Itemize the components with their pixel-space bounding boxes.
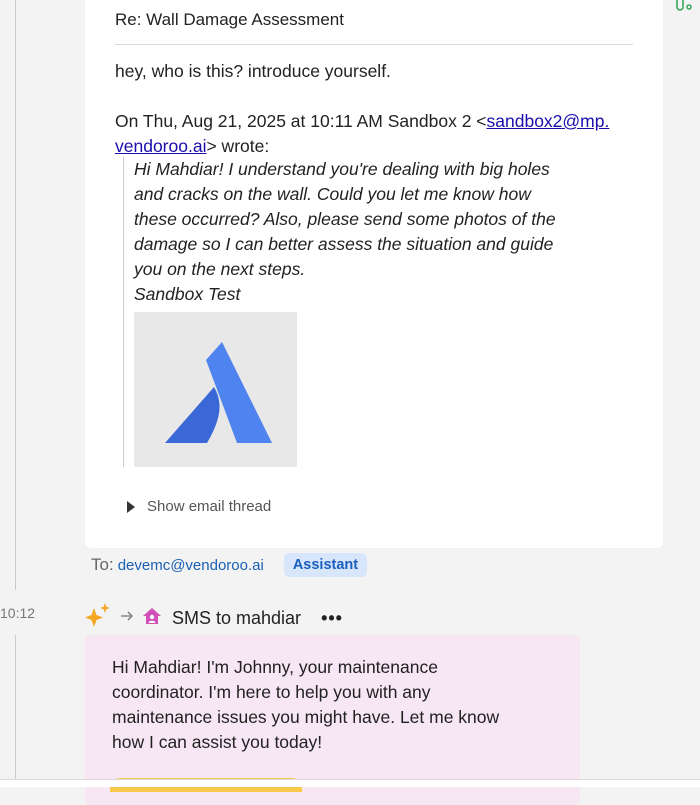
divider [115, 44, 633, 45]
to-email[interactable]: devemc@vendoroo.ai [118, 557, 264, 574]
quoted-line: damage so I can better assess the situat… [134, 234, 554, 254]
house-icon [142, 607, 162, 630]
sms-line: how I can assist you today! [112, 732, 323, 752]
sms-title: SMS to mahdiar [172, 607, 302, 628]
email-subject: Re: Wall Damage Assessment [115, 10, 344, 29]
assistant-badge: Assistant [283, 553, 368, 577]
sender-email-link[interactable]: sandbox2@mp. [487, 111, 610, 131]
sms-line: maintenance issues you might have. Let m… [112, 707, 500, 727]
arrow-right-icon [120, 609, 134, 627]
quoted-line: these occurred? Also, please send some p… [134, 209, 556, 229]
signature: Sandbox Test [134, 284, 241, 304]
quoted-line: and cracks on the wall. Could you let me… [134, 184, 531, 204]
quote-header-suffix: > wrote: [206, 136, 270, 156]
quoted-line: Hi Mahdiar! I understand you're dealing … [134, 159, 550, 179]
sender-email-link-continued[interactable]: vendoroo.ai [115, 136, 206, 156]
show-email-thread-toggle[interactable]: Show email thread [127, 498, 271, 515]
sms-line: Hi Mahdiar! I'm Johnny, your maintenance [112, 657, 438, 677]
quoted-line: you on the next steps. [134, 259, 306, 279]
email-card: Re: Wall Damage Assessment hey, who is t… [85, 0, 663, 548]
message-timestamp: 10:12 [0, 605, 36, 621]
sparkle-icon [84, 602, 112, 635]
timeline-line [15, 635, 16, 786]
timeline-line [15, 0, 16, 590]
to-label: To: [91, 555, 114, 574]
show-thread-label: Show email thread [147, 498, 272, 515]
caret-right-icon [127, 500, 135, 513]
sms-header: SMS to mahdiar ••• [84, 602, 343, 635]
quote-header-prefix: On Thu, Aug 21, 2025 at 10:11 AM Sandbox… [115, 111, 487, 131]
quote-header: On Thu, Aug 21, 2025 at 10:11 AM Sandbox… [115, 111, 609, 132]
more-options-button[interactable]: ••• [321, 608, 343, 629]
recipients-row: To: devemc@vendoroo.ai Assistant [91, 553, 368, 577]
reply-text: hey, who is this? introduce yourself. [115, 61, 391, 81]
logo-icon [165, 342, 272, 443]
company-logo-image [134, 312, 297, 467]
quoted-message: Hi Mahdiar! I understand you're dealing … [123, 157, 604, 467]
sms-line: coordinator. I'm here to help you with a… [112, 682, 431, 702]
branch-icon [674, 0, 692, 17]
quote-header-continued: vendoroo.ai> wrote: [115, 136, 269, 157]
